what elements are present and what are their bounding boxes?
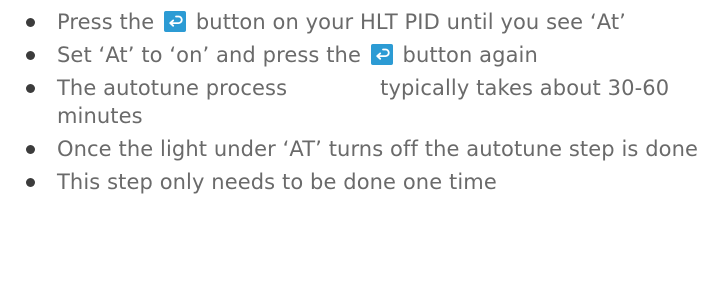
list-item-text-after: button on your HLT PID until you see ‘At… [195, 10, 626, 34]
list-item: Press the button on your HLT PID until y… [24, 8, 720, 36]
list-item-text-after: button again [402, 43, 538, 67]
list-item-text-before: Press the [57, 10, 155, 34]
list-item-text-before: The autotune process [57, 76, 288, 100]
bullet-icon [26, 84, 35, 93]
return-arrow-icon [370, 44, 393, 65]
list-item: The autotune process typically takes abou… [24, 74, 720, 130]
return-arrow-icon [164, 11, 187, 32]
list-item: Once the light under ‘AT’ turns off the … [24, 135, 720, 163]
bullet-icon [26, 178, 35, 187]
list-item: This step only needs to be done one time [24, 168, 720, 196]
list-item-text-before: Set ‘At’ to ‘on’ and press the [57, 43, 361, 67]
list-item: Set ‘At’ to ‘on’ and press the button ag… [24, 41, 720, 69]
instruction-list: Press the button on your HLT PID until y… [24, 8, 720, 201]
list-item-text: Once the light under ‘AT’ turns off the … [57, 137, 699, 161]
bullet-icon [26, 51, 35, 60]
list-item-text: This step only needs to be done one time [57, 170, 497, 194]
bullet-icon [26, 145, 35, 154]
bullet-icon [26, 18, 35, 27]
